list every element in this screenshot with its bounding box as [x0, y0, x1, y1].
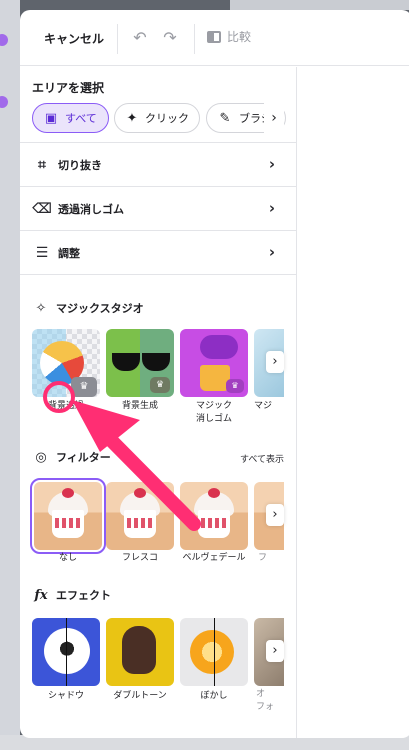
undo-icon[interactable]: ↶: [130, 28, 150, 48]
filters-show-all-link[interactable]: すべて表示: [240, 452, 284, 465]
filter-fresco-tile[interactable]: [106, 482, 174, 550]
effect-duotone-tile[interactable]: [106, 618, 174, 686]
section-title: フィルター: [56, 451, 111, 464]
chip-all[interactable]: ▣ すべて: [32, 103, 109, 133]
ice-cream-image: [198, 510, 230, 538]
panel-toolbar: キャンセル ↶ ↷ 比較: [20, 10, 409, 66]
area-select-heading: エリアを選択: [32, 81, 105, 95]
cancel-button[interactable]: キャンセル: [44, 30, 104, 47]
crop-icon: ⌗: [38, 156, 46, 173]
magic-bg-generate-tile[interactable]: ♛: [106, 329, 174, 397]
chip-click[interactable]: ✦ クリック: [114, 103, 200, 133]
tile-label: なし: [58, 553, 77, 563]
ice-cream-image: [124, 510, 156, 538]
tool-label: 調整: [58, 246, 80, 260]
crown-icon: ♛: [226, 379, 244, 393]
orange-image: [190, 630, 234, 674]
chevron-right-icon: ›: [268, 155, 275, 173]
effect-shadow-tile[interactable]: [32, 618, 100, 686]
sparkles-icon: ✧: [35, 300, 47, 316]
effect-blur-tile[interactable]: [180, 618, 248, 686]
chevron-right-icon[interactable]: ›: [266, 504, 284, 526]
ice-cream-image: [52, 510, 84, 538]
sunglasses-image: [112, 353, 140, 371]
tile-label: ベルヴェデール: [182, 553, 246, 563]
compare-button[interactable]: 比較: [207, 28, 251, 45]
tile-label: ダブルトーン: [113, 691, 167, 701]
background-editor-left: [0, 0, 20, 750]
image-icon: ▣: [44, 110, 58, 126]
tool-label: 透過消しゴム: [58, 202, 124, 216]
tile-label: フレスコ: [121, 553, 158, 563]
crown-icon: ♛: [150, 377, 170, 393]
filter-icon: ◎: [35, 449, 47, 465]
divider: [194, 24, 195, 54]
tile-label: シャドウ: [47, 691, 84, 701]
divider: [117, 24, 118, 54]
magic-studio-heading: ✧ マジックスタジオ: [32, 300, 144, 316]
sliders-icon: ☰: [35, 244, 49, 261]
background-avatar: [0, 34, 8, 46]
section-title: マジックスタジオ: [56, 302, 144, 315]
tile-label: フ: [258, 553, 268, 563]
magic-brush-icon: ✎: [219, 110, 231, 126]
edit-image-panel: キャンセル ↶ ↷ 比較 エリアを選択 ▣ すべて ✦ クリック ✎ ブラシ ›…: [20, 10, 409, 738]
chevron-right-icon: ›: [268, 243, 275, 261]
chevron-right-icon[interactable]: ›: [266, 351, 284, 373]
filter-none-tile[interactable]: [30, 478, 106, 554]
cursor-sparkle-icon: ✦: [126, 110, 138, 126]
background-toolbar: [230, 0, 409, 10]
compare-icon: [207, 30, 221, 43]
tile-label: オ フォ: [256, 689, 275, 712]
chevron-right-icon: ›: [268, 199, 275, 217]
background-avatar: [0, 96, 8, 108]
chevron-right-icon[interactable]: ›: [266, 640, 284, 662]
crown-icon: ♛: [71, 377, 97, 397]
divider: [20, 274, 297, 275]
compare-label: 比較: [227, 30, 252, 44]
tile-label: マジック 消しゴム: [195, 401, 232, 424]
chip-label: クリック: [145, 112, 189, 125]
effects-heading: fx エフェクト: [32, 587, 111, 603]
eraser-icon: ⌫: [32, 200, 52, 217]
tile-label: マジ: [254, 401, 273, 411]
annotation-circle: [43, 381, 75, 413]
tool-adjust[interactable]: ☰ 調整 ›: [20, 230, 297, 274]
tile-label: ぼかし: [200, 691, 228, 701]
tile-label: 背景生成: [121, 401, 158, 411]
redo-icon[interactable]: ↷: [160, 28, 180, 48]
tool-label: 切り抜き: [58, 158, 102, 172]
filters-heading: ◎ フィルター: [32, 449, 111, 465]
filter-belvedere-tile[interactable]: [180, 482, 248, 550]
magic-eraser-tile[interactable]: ♛: [180, 329, 248, 397]
soccer-ball-image: [44, 628, 90, 674]
fx-icon: fx: [34, 587, 48, 603]
chip-label: すべて: [65, 112, 97, 125]
portrait-image: [122, 626, 156, 674]
section-title: エフェクト: [56, 589, 111, 602]
chevron-right-icon[interactable]: ›: [264, 103, 284, 133]
tool-eraser[interactable]: ⌫ 透過消しゴム ›: [20, 186, 297, 230]
tool-crop[interactable]: ⌗ 切り抜き ›: [20, 142, 297, 186]
